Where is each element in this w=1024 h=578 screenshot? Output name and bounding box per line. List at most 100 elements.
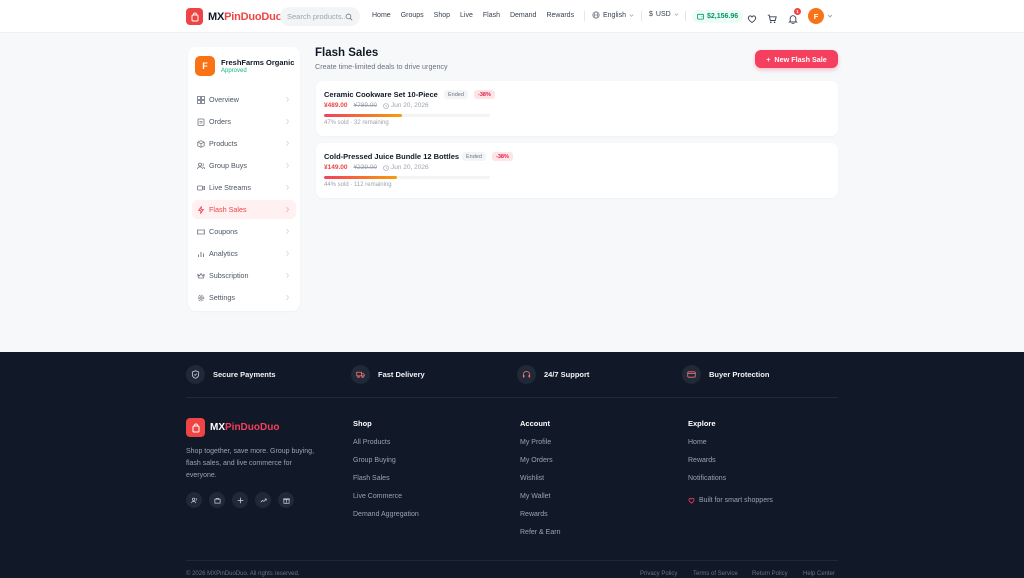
sidebar-item-products[interactable]: Products	[192, 134, 296, 153]
language-selector[interactable]: English	[592, 11, 634, 19]
search-icon[interactable]	[345, 13, 353, 21]
footer-link[interactable]: Demand Aggregation	[353, 511, 419, 518]
flash-sale-card[interactable]: Cold-Pressed Juice Bundle 12 Bottles End…	[316, 143, 838, 198]
legal-link-returns[interactable]: Return Policy	[752, 571, 788, 577]
sidebar-item-label: Analytics	[209, 249, 238, 258]
footer-link[interactable]: Notifications	[688, 475, 726, 482]
search-bar[interactable]	[280, 7, 360, 26]
social-trending-icon[interactable]	[255, 492, 271, 508]
sidebar-item-settings[interactable]: Settings	[192, 288, 296, 307]
chevron-right-icon	[286, 294, 290, 301]
legal-link-terms[interactable]: Terms of Service	[693, 571, 738, 577]
sale-price: ¥489.00	[324, 102, 348, 109]
feature-fast-delivery: Fast Delivery	[351, 365, 425, 384]
sidebar-item-overview[interactable]: Overview	[192, 90, 296, 109]
footer-link[interactable]: My Wallet	[520, 493, 550, 500]
store-status: Approved	[221, 68, 247, 74]
currency-selector[interactable]: $ USD	[649, 11, 679, 18]
zap-icon	[198, 205, 204, 214]
header-divider	[641, 11, 642, 21]
footer-link[interactable]: Wishlist	[520, 475, 544, 482]
copyright-text: © 2026 MXPinDuoDuo. All rights reserved.	[186, 571, 300, 577]
sidebar-item-coupons[interactable]: Coupons	[192, 222, 296, 241]
sold-text: 47% sold · 32 remaining	[324, 120, 389, 126]
social-users-icon[interactable]	[186, 492, 202, 508]
chevron-right-icon	[286, 96, 290, 103]
chevron-down-icon	[629, 13, 634, 17]
nav-flash[interactable]: Flash	[483, 12, 500, 19]
social-store-icon[interactable]	[209, 492, 225, 508]
legal-link-help[interactable]: Help Center	[803, 571, 835, 577]
footer-link[interactable]: Refer & Earn	[520, 529, 560, 536]
sale-date: Jun 20, 2026	[383, 164, 429, 171]
page-title: Flash Sales	[315, 47, 379, 59]
footer-description: Shop together, save more. Group buying, …	[186, 448, 315, 479]
footer-link[interactable]: Flash Sales	[353, 475, 390, 482]
chevron-right-icon	[286, 118, 290, 125]
new-flash-sale-button[interactable]: + New Flash Sale	[755, 50, 838, 68]
wallet-amount: $2,156.96	[707, 13, 739, 20]
sidebar-item-label: Live Streams	[209, 183, 251, 192]
clock-icon	[383, 164, 389, 171]
chevron-right-icon	[286, 272, 290, 279]
chevron-right-icon	[286, 228, 290, 235]
feature-secure-payments: Secure Payments	[186, 365, 276, 384]
sidebar-item-label: Settings	[209, 293, 235, 302]
feature-label: Fast Delivery	[378, 370, 425, 379]
crown-icon	[197, 272, 205, 278]
footer-link[interactable]: My Profile	[520, 439, 551, 446]
nav-groups[interactable]: Groups	[401, 12, 424, 19]
logo-brand: PinDuoDuo	[225, 422, 280, 433]
credit-card-icon	[682, 365, 701, 384]
sidebar-item-label: Products	[209, 139, 238, 148]
legal-link-privacy[interactable]: Privacy Policy	[640, 571, 677, 577]
sale-date-text: Jun 20, 2026	[391, 102, 429, 109]
footer-link[interactable]: Rewards	[520, 511, 548, 518]
sidebar-item-analytics[interactable]: Analytics	[192, 244, 296, 263]
nav-demand[interactable]: Demand	[510, 12, 536, 19]
footer-link[interactable]: My Orders	[520, 457, 553, 464]
heart-icon[interactable]	[747, 11, 757, 24]
wallet-balance[interactable]: $2,156.96	[692, 10, 744, 23]
header-divider	[584, 11, 585, 21]
box-icon	[197, 139, 205, 148]
avatar[interactable]: F	[808, 8, 824, 24]
flash-sale-card[interactable]: Ceramic Cookware Set 10-Piece Ended -38%…	[316, 81, 838, 136]
status-badge: Ended	[462, 152, 486, 161]
sidebar-item-orders[interactable]: Orders	[192, 112, 296, 131]
top-header: MXPinDuoDuo Home Groups Shop Live Flash …	[0, 0, 1024, 33]
footer-link[interactable]: Group Buying	[353, 457, 396, 464]
sidebar-item-flash-sales[interactable]: Flash Sales	[192, 200, 296, 219]
sold-progress-bar	[324, 176, 490, 179]
nav-live[interactable]: Live	[460, 12, 473, 19]
chevron-down-icon[interactable]	[827, 13, 833, 19]
footer-link[interactable]: Home	[688, 439, 707, 446]
footer-logo[interactable]: MXPinDuoDuo	[186, 418, 279, 437]
footer-col-account-title: Account	[520, 419, 550, 428]
logo[interactable]: MXPinDuoDuo	[186, 8, 282, 25]
language-label: English	[603, 11, 626, 19]
sidebar-item-live-streams[interactable]: Live Streams	[192, 178, 296, 197]
feature-label: 24/7 Support	[544, 370, 590, 379]
footer-link[interactable]: Live Commerce	[353, 493, 402, 500]
social-sparkle-icon[interactable]	[232, 492, 248, 508]
sidebar-item-subscription[interactable]: Subscription	[192, 266, 296, 285]
footer-divider	[186, 397, 838, 398]
nav-home[interactable]: Home	[372, 12, 391, 19]
footer-col-explore-title: Explore	[688, 419, 716, 428]
cart-icon[interactable]	[767, 11, 777, 24]
price-row: ¥149.00 ¥239.00 Jun 20, 2026	[324, 164, 429, 171]
nav-shop[interactable]: Shop	[434, 12, 450, 19]
sale-product-name: Ceramic Cookware Set 10-Piece	[324, 90, 438, 99]
social-gift-icon[interactable]	[278, 492, 294, 508]
search-input[interactable]	[287, 12, 345, 21]
sold-progress-fill	[324, 176, 398, 179]
wallet-icon	[697, 13, 704, 20]
footer-link[interactable]: Rewards	[688, 457, 716, 464]
footer-bottom-divider	[186, 560, 838, 561]
sidebar-item-group-buys[interactable]: Group Buys	[192, 156, 296, 175]
nav-rewards[interactable]: Rewards	[546, 12, 574, 19]
discount-badge: -38%	[474, 90, 495, 99]
feature-support: 24/7 Support	[517, 365, 589, 384]
footer-link[interactable]: All Products	[353, 439, 390, 446]
